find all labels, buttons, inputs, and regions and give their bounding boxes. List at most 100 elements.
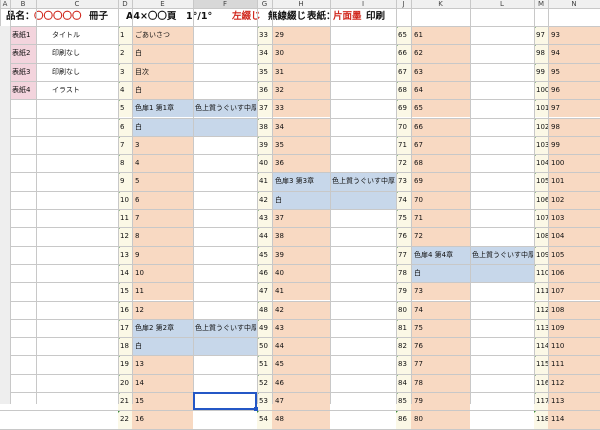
column-gridline	[257, 0, 258, 404]
page-content: 105	[551, 250, 565, 259]
page-content: 112	[551, 378, 565, 387]
page-number: 46	[259, 268, 268, 277]
page-number: 16	[120, 305, 129, 314]
page-number: 38	[259, 122, 268, 131]
page-number: 83	[398, 360, 407, 369]
page-content: 70	[414, 195, 423, 204]
page-content: 白	[135, 49, 142, 58]
page-number: 7	[120, 140, 125, 149]
page-content: 15	[135, 397, 144, 405]
page-number: 75	[398, 214, 407, 222]
page-content: 99	[551, 140, 560, 149]
page-content: 30	[275, 49, 284, 58]
column-gridline	[411, 0, 412, 404]
page-content: 43	[275, 323, 284, 332]
page-content: 108	[551, 305, 565, 314]
page-content: 66	[414, 122, 423, 131]
page-content: 35	[275, 140, 284, 149]
page-content: 37	[275, 214, 284, 222]
page-content: 13	[135, 360, 144, 369]
page-number: 117	[536, 397, 548, 405]
page-content: 77	[414, 360, 423, 369]
page-content: 31	[275, 67, 284, 76]
page-number: 13	[120, 250, 129, 259]
column-header-n[interactable]: N	[548, 0, 600, 8]
page-content: 102	[551, 195, 565, 204]
selected-cell[interactable]	[193, 392, 257, 411]
page-number: 50	[259, 342, 268, 351]
page-number: 44	[259, 232, 268, 241]
paper-type: 色上質うぐいす中厚	[195, 323, 256, 332]
page-number: 19	[120, 360, 129, 369]
page-number: 109	[536, 250, 548, 259]
page-content: 44	[275, 342, 284, 351]
page-number: 3	[120, 67, 125, 76]
page-number: 85	[398, 397, 407, 405]
page-number: 113	[536, 323, 548, 332]
column-header-l[interactable]: L	[470, 0, 534, 8]
page-number: 9	[120, 177, 125, 186]
page-content: 73	[414, 287, 423, 296]
page-content: 11	[135, 287, 144, 296]
column-header-h[interactable]: H	[272, 0, 330, 8]
page-number: 72	[398, 159, 407, 168]
page-content: 62	[414, 49, 423, 58]
column-header-k[interactable]: K	[411, 0, 470, 8]
page-content: 36	[275, 159, 284, 168]
page-number: 100	[536, 85, 548, 94]
page-content: 12	[135, 305, 144, 314]
page-content: 38	[275, 232, 284, 241]
column-header-e[interactable]: E	[132, 0, 193, 8]
page-content: 107	[551, 287, 565, 296]
page-content: 40	[275, 268, 284, 277]
column-header-b[interactable]: B	[10, 0, 36, 8]
page-content: 白	[135, 85, 142, 94]
column-gridline	[534, 0, 535, 404]
page-content: 41	[275, 287, 284, 296]
page-number: 118	[536, 415, 548, 424]
fill-handle[interactable]	[254, 407, 258, 412]
page-number: 48	[259, 305, 268, 314]
page-number: 8	[120, 159, 125, 168]
page-number: 17	[120, 323, 129, 332]
page-content: 白	[275, 195, 282, 204]
page-number: 81	[398, 323, 407, 332]
column-header-f[interactable]: F	[193, 0, 257, 8]
column-header-d[interactable]: D	[118, 0, 132, 8]
column-header-m[interactable]: M	[534, 0, 548, 8]
page-content: 101	[551, 177, 565, 186]
page-number: 76	[398, 232, 407, 241]
spreadsheet: A B C D E F G H I J K L M N 品名： 〇〇〇〇〇 冊子 A4×〇〇頁 1°/1° 左綴じ 無線…	[0, 0, 600, 430]
page-number: 98	[536, 49, 545, 58]
cover-label: 表紙3	[12, 67, 31, 76]
page-content: 75	[414, 323, 423, 332]
page-number: 73	[398, 177, 407, 186]
page-content: 95	[551, 67, 560, 76]
title-binding: 左綴じ	[232, 11, 261, 22]
page-number: 112	[536, 305, 548, 314]
column-gridline	[10, 0, 11, 404]
page-number: 10	[120, 195, 129, 204]
page-content: 色扉1 第1章	[135, 104, 175, 113]
column-header-g[interactable]: G	[257, 0, 272, 8]
page-content: 67	[414, 140, 423, 149]
column-header-i[interactable]: I	[330, 0, 396, 8]
page-number: 12	[120, 232, 129, 241]
page-content: 61	[414, 31, 423, 39]
column-header-a[interactable]: A	[0, 0, 10, 8]
page-content: 47	[275, 397, 284, 405]
page-number: 97	[536, 31, 545, 39]
column-gridline	[272, 0, 273, 404]
page-number: 74	[398, 195, 407, 204]
column-header-j[interactable]: J	[396, 0, 411, 8]
column-header-c[interactable]: C	[36, 0, 118, 8]
page-number: 39	[259, 140, 268, 149]
page-content: 目次	[135, 67, 149, 76]
cover-label: 表紙1	[12, 31, 31, 39]
page-content: 111	[551, 360, 565, 369]
page-content: 114	[551, 415, 565, 424]
page-number: 82	[398, 342, 407, 351]
page-number: 47	[259, 287, 268, 296]
page-number: 53	[259, 397, 268, 405]
page-number: 5	[120, 104, 125, 113]
